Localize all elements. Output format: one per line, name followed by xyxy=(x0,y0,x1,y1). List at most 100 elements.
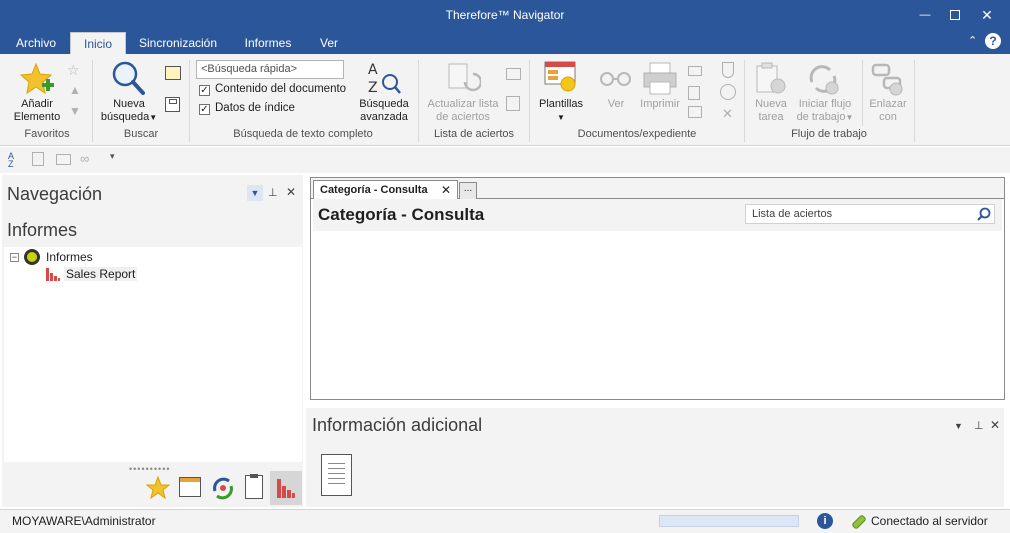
ribbon-separator xyxy=(744,60,745,142)
add-favorite-star-icon xyxy=(20,62,54,95)
navigation-footer xyxy=(2,470,303,507)
document-content xyxy=(313,231,1002,397)
tab-informes[interactable]: Informes xyxy=(236,32,300,54)
move-up-icon[interactable]: ▲ xyxy=(69,83,81,97)
svg-text:Z: Z xyxy=(368,80,378,96)
tree-collapse-icon[interactable]: − xyxy=(10,253,19,262)
glasses-small-icon[interactable]: ∞ xyxy=(80,151,89,166)
connection-status: Conectado al servidor xyxy=(871,514,988,528)
navigation-title: Navegación xyxy=(7,184,103,204)
clock-icon[interactable] xyxy=(720,84,736,100)
delete-document-icon[interactable]: ✕ xyxy=(722,106,733,122)
window-title: Therefore™ Navigator xyxy=(445,8,565,22)
new-search-button[interactable]: Nueva búsqueda▼ xyxy=(96,98,162,124)
pin-icon[interactable]: ⊥ xyxy=(974,419,984,432)
index-checkbox-label: Datos de índice xyxy=(215,102,295,114)
maximize-icon xyxy=(950,10,960,20)
document-header: Categoría - Consulta Lista de aciertos xyxy=(313,199,1002,231)
categories-icon[interactable] xyxy=(179,477,201,497)
tasks-clipboard-icon[interactable] xyxy=(245,474,263,499)
content-checkbox[interactable]: ✓ xyxy=(199,85,210,96)
pane-dropdown-icon[interactable]: ▼ xyxy=(954,421,963,431)
refresh-small-icon[interactable] xyxy=(32,152,44,166)
tab-categoria-consulta[interactable]: Categoría - Consulta ✕ xyxy=(313,180,458,199)
quick-search-input[interactable]: <Búsqueda rápida> xyxy=(196,60,344,79)
envelope-icon[interactable] xyxy=(56,154,71,165)
navigation-section-title: Informes xyxy=(7,220,78,240)
dropdown-arrow-icon: ▼ xyxy=(149,113,158,122)
remove-favorite-icon[interactable]: ☆ xyxy=(67,62,80,79)
ribbon-separator xyxy=(862,60,863,126)
close-tab-icon[interactable]: ✕ xyxy=(441,183,451,197)
progress-bar xyxy=(659,515,799,527)
ribbon-tab-bar: Archivo Inicio Sincronización Informes V… xyxy=(0,30,1010,54)
move-down-icon[interactable]: ▼ xyxy=(69,104,81,118)
workflow-icon[interactable] xyxy=(210,475,236,501)
reports-chart-icon xyxy=(277,479,295,498)
search-icon[interactable] xyxy=(977,207,991,221)
close-icon: ✕ xyxy=(981,6,993,23)
print-button[interactable]: Imprimir xyxy=(634,98,686,111)
customize-toolbar-icon[interactable]: ▾ xyxy=(110,151,115,162)
document-panel: Categoría - Consulta ✕ ... Categoría - C… xyxy=(310,177,1005,400)
svg-text:A: A xyxy=(368,62,378,78)
az-search-small-icon[interactable]: AZ xyxy=(8,152,14,169)
maximize-button[interactable] xyxy=(938,0,972,30)
shield-icon[interactable] xyxy=(722,62,734,78)
save-search-icon[interactable] xyxy=(165,97,180,112)
print-list-icon[interactable] xyxy=(506,68,521,80)
export-icon[interactable] xyxy=(688,86,700,100)
favorites-star-icon[interactable] xyxy=(146,476,170,500)
tree-item-sales-report[interactable]: Sales Report xyxy=(64,267,138,281)
group-label-lista-aciertos: Lista de aciertos xyxy=(433,128,515,140)
reports-root-icon xyxy=(24,249,40,265)
tab-inicio[interactable]: Inicio xyxy=(70,32,126,54)
add-element-button[interactable]: Añadir Elemento xyxy=(10,98,64,124)
link-with-button[interactable]: Enlazar con xyxy=(864,98,912,124)
refresh-hitlist-button[interactable]: Actualizar lista de aciertos xyxy=(422,98,504,124)
close-button[interactable]: ✕ xyxy=(970,0,1004,30)
tab-ver[interactable]: Ver xyxy=(312,32,346,54)
glasses-icon xyxy=(600,72,631,86)
tab-archivo[interactable]: Archivo xyxy=(8,32,64,54)
new-task-button[interactable]: Nueva tarea xyxy=(748,98,794,124)
link-document-icon[interactable] xyxy=(688,106,702,118)
magnifier-icon xyxy=(112,61,145,95)
more-tabs-button[interactable]: ... xyxy=(459,182,477,199)
dropdown-arrow-icon: ▼ xyxy=(557,113,565,122)
pane-dropdown-icon[interactable]: ▼ xyxy=(247,185,263,201)
minimize-button[interactable]: — xyxy=(908,0,942,30)
copy-list-icon[interactable] xyxy=(506,96,520,111)
pin-icon[interactable]: ⊥ xyxy=(268,186,278,199)
document-preview-icon[interactable] xyxy=(321,454,352,496)
open-search-icon[interactable] xyxy=(165,66,181,80)
dropdown-arrow-icon: ▼ xyxy=(845,113,854,122)
reports-tree: − Informes Sales Report xyxy=(4,247,302,462)
info-icon[interactable]: i xyxy=(817,513,833,529)
send-icon[interactable] xyxy=(688,66,702,76)
start-workflow-icon xyxy=(809,65,839,95)
collapse-ribbon-icon[interactable]: ⌃ xyxy=(968,34,977,47)
group-label-buscar: Buscar xyxy=(123,128,159,140)
group-label-flujo: Flujo de trabajo xyxy=(791,128,867,140)
close-pane-icon[interactable]: ✕ xyxy=(990,418,1000,432)
start-workflow-button[interactable]: Iniciar flujo de trabajo▼ xyxy=(792,98,858,124)
content-checkbox-label: Contenido del documento xyxy=(215,83,347,95)
group-label-documentos: Documentos/expediente xyxy=(577,128,697,140)
templates-button[interactable]: Plantillas ▼ xyxy=(532,98,590,124)
ribbon-separator xyxy=(189,60,190,142)
index-checkbox[interactable]: ✓ xyxy=(199,104,210,115)
help-icon[interactable]: ? xyxy=(985,33,1001,49)
tab-sincronizacion[interactable]: Sincronización xyxy=(134,32,222,54)
view-button[interactable]: Ver xyxy=(596,98,636,111)
close-pane-icon[interactable]: ✕ xyxy=(286,185,296,199)
reports-nav-button[interactable] xyxy=(270,471,302,505)
advanced-search-button[interactable]: Búsqueda avanzada xyxy=(352,98,416,124)
document-title: Categoría - Consulta xyxy=(318,205,485,224)
new-task-icon xyxy=(756,62,786,94)
hit-list-search-input[interactable]: Lista de aciertos xyxy=(745,204,995,224)
tree-item-informes[interactable]: Informes xyxy=(46,250,93,264)
ribbon-separator xyxy=(914,60,915,142)
ribbon-separator xyxy=(92,60,93,142)
templates-icon xyxy=(544,61,576,92)
